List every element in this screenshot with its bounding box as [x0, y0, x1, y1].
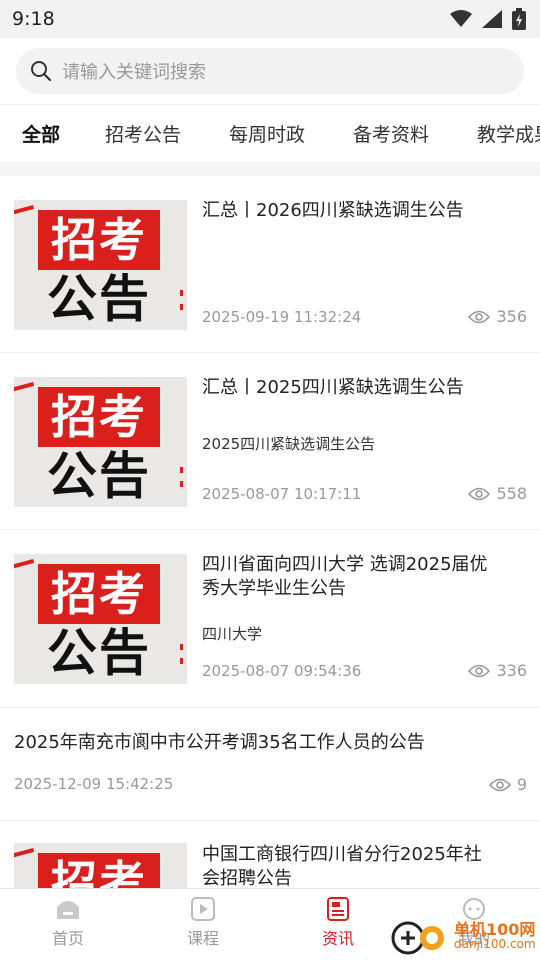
- article-views: 558: [468, 484, 527, 503]
- tab-teaching-results[interactable]: 教学成果: [477, 120, 540, 147]
- thumb-bottom-text: 公告: [47, 270, 151, 328]
- article-title: 汇总丨2026四川紧缺选调生公告: [202, 200, 464, 221]
- thumb-top-text: 招考: [38, 853, 160, 888]
- article-item[interactable]: 招考 公告 四川省面向四川大学 选调2025届优 秀大学毕业生公告 四川大学 2…: [0, 530, 540, 708]
- article-date: 2025-12-09 15:42:25: [14, 775, 174, 793]
- status-bar: 9:18: [0, 0, 540, 38]
- view-count: 558: [496, 484, 527, 503]
- article-date: 2025-09-19 11:32:24: [202, 308, 362, 326]
- article-title-line2: 秀大学毕业生公告: [202, 578, 346, 599]
- article-date: 2025-08-07 10:17:11: [202, 485, 362, 503]
- home-icon: [57, 901, 79, 919]
- view-count: 9: [516, 775, 527, 794]
- search-input[interactable]: 请输入关键词搜索: [16, 48, 524, 94]
- eye-icon: [488, 778, 511, 791]
- watermark-cn: 单机100网: [454, 920, 536, 939]
- play-icon: [191, 897, 215, 921]
- eye-icon: [468, 310, 491, 323]
- article-title: 中国工商银行四川省分行2025年社 会招聘公告: [202, 843, 528, 888]
- view-count: 356: [496, 307, 527, 326]
- battery-icon: [512, 8, 526, 30]
- thumb-bottom-text: 公告: [47, 624, 151, 682]
- watermark-en: danji100.com: [454, 937, 536, 951]
- tab-all[interactable]: 全部: [22, 120, 60, 147]
- article-thumbnail: 招考 公告: [14, 377, 187, 507]
- article-item[interactable]: 招考 公告 中国工商银行四川省分行2025年社 会招聘公告: [0, 821, 540, 888]
- nav-label: 首页: [51, 929, 84, 948]
- tab-exam-materials[interactable]: 备考资料: [353, 120, 429, 147]
- wifi-icon: [450, 10, 472, 27]
- tab-recruitment-notices[interactable]: 招考公告: [105, 120, 181, 147]
- view-count: 336: [496, 661, 527, 680]
- article-date: 2025-08-07 09:54:36: [202, 662, 362, 680]
- thumb-top-text: 招考: [38, 210, 160, 270]
- thumb-top-text: 招考: [38, 564, 160, 624]
- watermark-icon: [391, 921, 444, 955]
- status-time: 9:18: [12, 8, 55, 30]
- eye-icon: [468, 487, 491, 500]
- article-title-line1: 四川省面向四川大学 选调2025届优: [202, 554, 488, 575]
- article-subtitle: 四川大学: [202, 625, 263, 643]
- signal-icon: [482, 10, 502, 28]
- search-area: 请输入关键词搜索: [0, 38, 540, 104]
- nav-label: 课程: [186, 929, 219, 948]
- article-item[interactable]: 招考 公告 汇总丨2026四川紧缺选调生公告 2025-09-19 11:32:…: [0, 176, 540, 353]
- article-subtitle: 2025四川紧缺选调生公告: [202, 435, 376, 453]
- thumb-bottom-text: 公告: [47, 447, 151, 505]
- article-title: 汇总丨2025四川紧缺选调生公告: [202, 377, 464, 398]
- thumb-top-text: 招考: [38, 387, 160, 447]
- search-icon: [31, 61, 52, 82]
- nav-news[interactable]: 资讯: [298, 897, 378, 949]
- nav-home[interactable]: 首页: [28, 897, 108, 949]
- article-title: 2025年南充市阆中市公开考调35名工作人员的公告: [14, 732, 425, 753]
- nav-courses[interactable]: 课程: [163, 897, 243, 949]
- watermark-text: 单机100网 danji100.com: [454, 920, 536, 951]
- watermark-logo: 单机100网 danji100.com: [388, 912, 540, 960]
- news-icon: [327, 897, 349, 921]
- article-thumbnail: 招考 公告: [14, 200, 187, 330]
- article-thumbnail: 招考 公告: [14, 843, 187, 888]
- eye-icon: [468, 664, 491, 677]
- article-title-line2: 会招聘公告: [202, 868, 292, 888]
- article-views: 336: [468, 661, 527, 680]
- article-views: 9: [488, 775, 527, 794]
- article-title: 四川省面向四川大学 选调2025届优 秀大学毕业生公告: [202, 553, 528, 601]
- search-placeholder: 请输入关键词搜索: [62, 62, 206, 83]
- status-icons: [450, 8, 526, 30]
- tab-weekly-politics[interactable]: 每周时政: [229, 120, 305, 147]
- article-item[interactable]: 招考 公告 汇总丨2025四川紧缺选调生公告 2025四川紧缺选调生公告 202…: [0, 353, 540, 530]
- article-title-line1: 中国工商银行四川省分行2025年社: [202, 844, 482, 865]
- article-thumbnail: 招考 公告: [14, 554, 187, 684]
- category-tabs: 全部 招考公告 每周时政 备考资料 教学成果: [0, 104, 540, 162]
- nav-label: 资讯: [321, 929, 354, 948]
- article-list: 招考 公告 汇总丨2026四川紧缺选调生公告 2025-09-19 11:32:…: [0, 176, 540, 888]
- article-item[interactable]: 2025年南充市阆中市公开考调35名工作人员的公告 2025-12-09 15:…: [0, 708, 540, 821]
- article-views: 356: [468, 307, 527, 326]
